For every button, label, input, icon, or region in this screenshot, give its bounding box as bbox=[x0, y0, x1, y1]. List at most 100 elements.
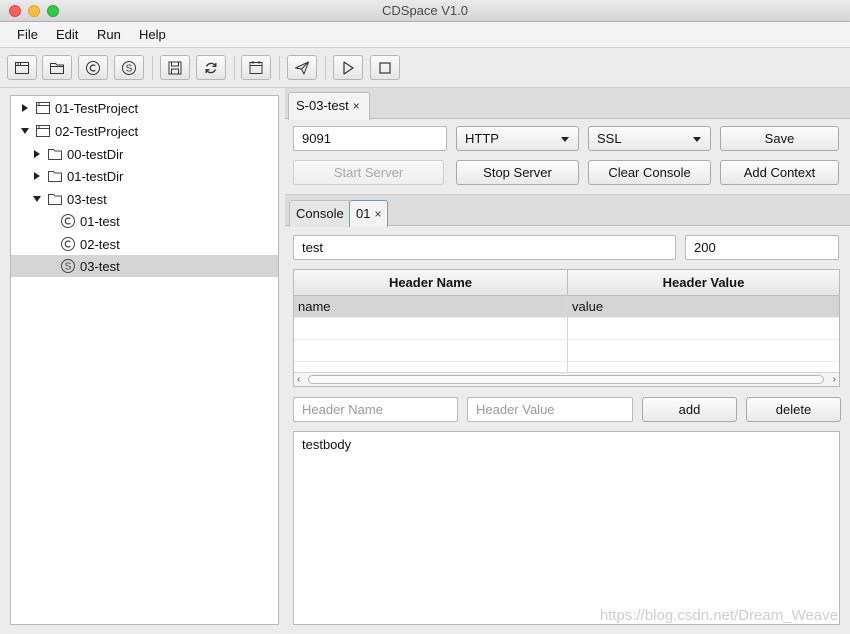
folder-icon bbox=[48, 149, 62, 160]
port-input[interactable]: 9091 bbox=[293, 126, 447, 151]
protocol-select[interactable]: HTTP bbox=[456, 126, 579, 151]
window-title: CDSpace V1.0 bbox=[382, 3, 468, 18]
response-body-text: testbody bbox=[302, 437, 352, 452]
editor-tab-bar: S-03-test × bbox=[285, 88, 850, 120]
tab-label: Console bbox=[296, 206, 344, 221]
title-bar: CDSpace V1.0 bbox=[0, 0, 850, 22]
copyright-c-icon bbox=[86, 60, 100, 75]
svg-text:S: S bbox=[126, 63, 133, 74]
tree-item-00-testdir[interactable]: 00-testDir bbox=[11, 143, 278, 165]
expand-arrow-icon[interactable] bbox=[34, 150, 40, 158]
tab-console[interactable]: Console bbox=[289, 200, 351, 227]
horizontal-scrollbar[interactable]: ‹ › bbox=[294, 372, 839, 386]
tree-item-02-testproject[interactable]: 02-TestProject bbox=[11, 120, 278, 142]
tab-server[interactable]: S-03-test × bbox=[288, 92, 370, 120]
open-folder-icon bbox=[50, 62, 64, 74]
close-icon[interactable]: × bbox=[374, 207, 381, 221]
watermark: https://blog.csdn.net/Dream_Weave bbox=[599, 607, 838, 624]
header-value-input[interactable]: Header Value bbox=[467, 397, 633, 422]
tree-item-01-testdir[interactable]: 01-testDir bbox=[11, 165, 278, 187]
tree-item-01-testproject[interactable]: 01-TestProject bbox=[11, 97, 278, 119]
add-context-button[interactable]: Add Context bbox=[720, 160, 839, 185]
menu-file[interactable]: File bbox=[17, 27, 38, 42]
menu-edit[interactable]: Edit bbox=[56, 27, 78, 42]
toolbar-separator bbox=[325, 56, 326, 80]
header-name-cell[interactable]: name bbox=[294, 296, 331, 318]
tree-item-label: 01-TestProject bbox=[55, 101, 139, 116]
column-divider bbox=[567, 296, 568, 373]
window-maximize-button[interactable] bbox=[47, 5, 59, 17]
stop-button[interactable] bbox=[370, 55, 400, 80]
play-icon bbox=[343, 60, 354, 75]
protocol-value: HTTP bbox=[465, 131, 499, 146]
collapse-arrow-icon[interactable] bbox=[21, 128, 29, 134]
clear-console-button[interactable]: Clear Console bbox=[588, 160, 711, 185]
tree-item-label: 03-test bbox=[67, 192, 107, 207]
security-select[interactable]: SSL bbox=[588, 126, 711, 151]
save-button[interactable] bbox=[160, 55, 190, 80]
send-icon bbox=[295, 61, 309, 74]
close-icon[interactable]: × bbox=[353, 99, 360, 113]
response-body-textarea[interactable]: testbody bbox=[293, 431, 840, 625]
menu-run[interactable]: Run bbox=[97, 27, 121, 42]
tree-item-label: 02-test bbox=[80, 237, 120, 252]
chevron-down-icon bbox=[693, 137, 701, 142]
project-tree[interactable]: 01-TestProject 02-TestProject 00-testDir… bbox=[10, 95, 279, 625]
tree-item-03-test-server[interactable]: S 03-test bbox=[11, 255, 278, 277]
s-circle-icon: S bbox=[61, 259, 75, 273]
headers-table[interactable]: Header Name Header Value name value ‹ › bbox=[293, 269, 840, 387]
refresh-button[interactable] bbox=[196, 55, 226, 80]
toolbar: S bbox=[0, 48, 850, 88]
tree-item-label: 03-test bbox=[80, 259, 120, 274]
folder-icon bbox=[48, 194, 62, 205]
toolbar-separator bbox=[279, 56, 280, 80]
save-server-button[interactable]: Save bbox=[720, 126, 839, 151]
window-close-button[interactable] bbox=[9, 5, 21, 17]
scroll-right-icon[interactable]: › bbox=[833, 374, 836, 385]
s-circle-icon: S bbox=[122, 60, 136, 75]
header-value-cell[interactable]: value bbox=[568, 296, 603, 318]
tree-item-03-test-dir[interactable]: 03-test bbox=[11, 188, 278, 210]
save-icon bbox=[168, 61, 182, 74]
expand-arrow-icon[interactable] bbox=[22, 104, 28, 112]
stop-icon bbox=[379, 61, 391, 74]
tab-context-01[interactable]: 01 × bbox=[349, 200, 389, 227]
tree-item-01-test[interactable]: 01-test bbox=[11, 210, 278, 232]
delete-header-button[interactable]: delete bbox=[746, 397, 841, 422]
open-folder-button[interactable] bbox=[42, 55, 72, 80]
new-client-button[interactable] bbox=[78, 55, 108, 80]
send-button[interactable] bbox=[287, 55, 317, 80]
security-value: SSL bbox=[597, 131, 622, 146]
collapse-arrow-icon[interactable] bbox=[33, 196, 41, 202]
header-name-input[interactable]: Header Name bbox=[293, 397, 458, 422]
tree-item-label: 01-test bbox=[80, 214, 120, 229]
stop-server-button[interactable]: Stop Server bbox=[456, 160, 579, 185]
new-window-button[interactable] bbox=[7, 55, 37, 80]
start-server-button[interactable]: Start Server bbox=[293, 160, 444, 185]
run-button[interactable] bbox=[333, 55, 363, 80]
scroll-left-icon[interactable]: ‹ bbox=[297, 374, 300, 385]
calendar-icon bbox=[249, 60, 263, 74]
window-minimize-button[interactable] bbox=[28, 5, 40, 17]
calendar-button[interactable] bbox=[241, 55, 271, 80]
tab-label: S-03-test bbox=[296, 98, 349, 113]
c-circle-icon bbox=[61, 237, 75, 251]
new-window-icon bbox=[15, 61, 29, 74]
status-code-input[interactable]: 200 bbox=[685, 235, 839, 260]
tab-label: 01 bbox=[356, 206, 371, 221]
tree-item-02-test[interactable]: 02-test bbox=[11, 233, 278, 255]
add-header-button[interactable]: add bbox=[642, 397, 737, 422]
context-tab-bar: Console 01 × bbox=[285, 194, 850, 227]
toolbar-separator bbox=[234, 56, 235, 80]
column-header-name[interactable]: Header Name bbox=[294, 270, 568, 296]
menu-help[interactable]: Help bbox=[139, 27, 166, 42]
folder-icon bbox=[48, 171, 62, 182]
expand-arrow-icon[interactable] bbox=[34, 172, 40, 180]
project-window-icon bbox=[36, 125, 50, 137]
scrollbar-thumb[interactable] bbox=[308, 375, 824, 384]
menu-bar: File Edit Run Help bbox=[0, 22, 850, 48]
column-header-value[interactable]: Header Value bbox=[568, 270, 839, 296]
tree-item-label: 02-TestProject bbox=[55, 124, 139, 139]
context-path-input[interactable]: test bbox=[293, 235, 676, 260]
new-server-button[interactable]: S bbox=[114, 55, 144, 80]
